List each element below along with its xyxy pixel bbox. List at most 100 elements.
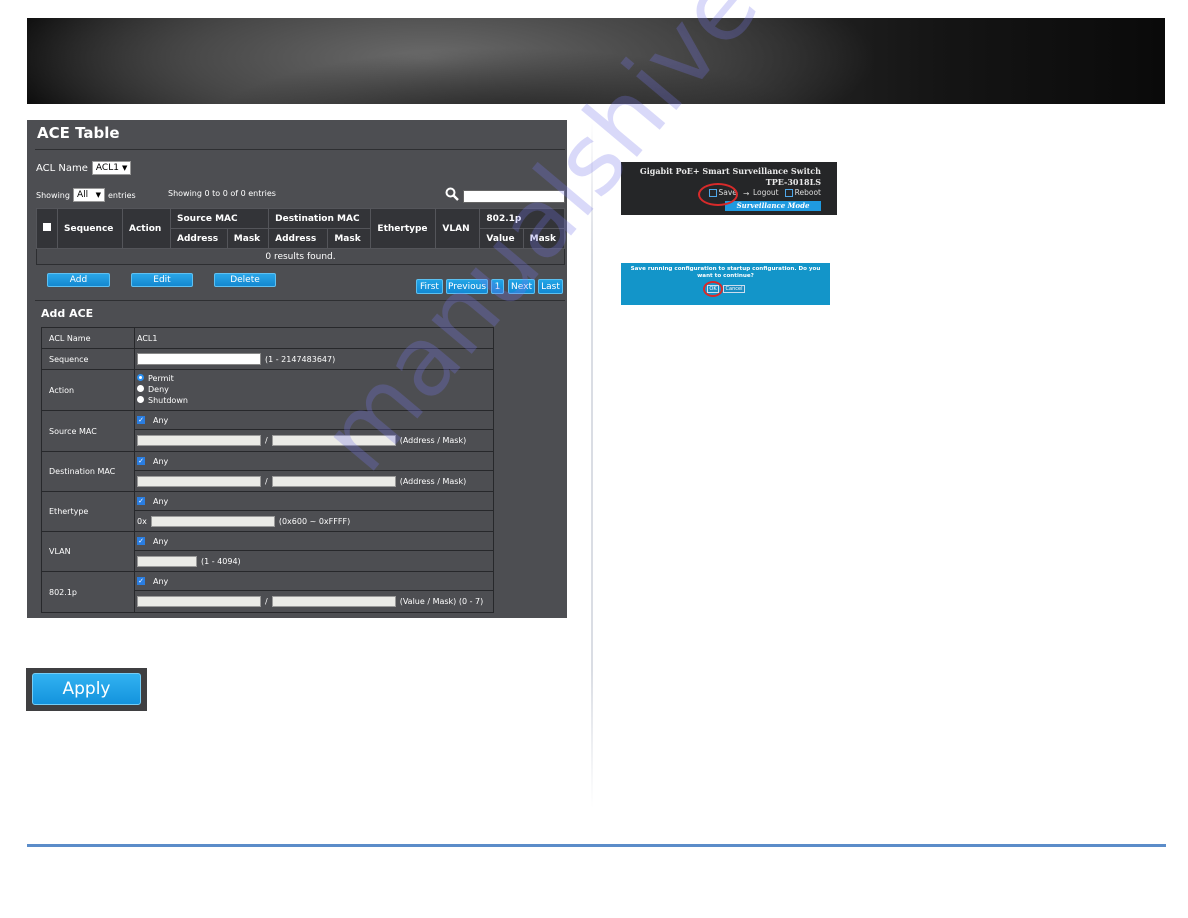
col-destination-address[interactable]: Address (268, 228, 329, 249)
8021p-label: 802.1p (42, 572, 135, 612)
acl-name-label: ACL Name (36, 162, 88, 174)
address-mask-hint: (Address / Mask) (399, 476, 467, 486)
acl-name-field-value: ACL1 (135, 328, 493, 348)
shutdown-label: Shutdown (148, 396, 188, 405)
empty-message: 0 results found. (36, 248, 565, 265)
save-dialog-message: Save running configuration to startup co… (630, 266, 821, 279)
column-divider (591, 118, 593, 808)
pagination-next[interactable]: Next (508, 279, 535, 294)
surveillance-mode-button[interactable]: Surveillance Mode (725, 201, 821, 211)
device-title: Gigabit PoE+ Smart Surveillance Switch (639, 166, 821, 176)
separator: / (265, 596, 268, 606)
ethertype-any-checkbox[interactable]: ✓ (137, 497, 145, 505)
source-mac-row: Source MAC ✓ Any / (Address / Mask) (42, 411, 493, 452)
radio-shutdown[interactable] (137, 396, 144, 403)
device-model: TPE-3018LS (765, 177, 821, 187)
pagination-last[interactable]: Last (538, 279, 563, 294)
save-highlight-circle (698, 183, 738, 206)
footer-rule (27, 844, 1166, 847)
add-ace-form: ACL Name ACL1 Sequence (1 - 2147483647) … (41, 327, 494, 613)
vlan-hint: (1 - 4094) (201, 556, 241, 566)
destination-mac-any-checkbox[interactable]: ✓ (137, 457, 145, 465)
col-8021p-value[interactable]: Value (479, 228, 524, 249)
vlan-any-checkbox[interactable]: ✓ (137, 537, 145, 545)
vlan-input[interactable] (137, 555, 197, 567)
8021p-value-input[interactable] (137, 595, 261, 607)
col-source-mask[interactable]: Mask (226, 228, 270, 249)
destination-mac-mask-input[interactable] (271, 475, 396, 487)
col-destination-mask[interactable]: Mask (327, 228, 372, 249)
radio-deny[interactable] (137, 385, 144, 392)
delete-button[interactable]: Delete (214, 273, 276, 287)
select-all-checkbox[interactable] (43, 223, 51, 231)
action-option-shutdown[interactable]: Shutdown (137, 395, 493, 406)
acl-name-field-label: ACL Name (42, 328, 135, 348)
reboot-link[interactable]: Reboot (784, 188, 821, 197)
col-source-mac: Source MAC (169, 208, 270, 229)
ethertype-input[interactable] (150, 515, 275, 527)
cancel-button[interactable]: Cancel (723, 285, 745, 293)
add-button[interactable]: Add (47, 273, 110, 287)
radio-permit[interactable] (137, 374, 144, 381)
ethertype-hint: (0x600 ~ 0xFFFF) (278, 516, 351, 526)
ethertype-prefix: 0x (137, 516, 147, 526)
entries-selected: All (76, 190, 89, 200)
ethertype-label: Ethertype (42, 492, 135, 531)
col-destination-mac: Destination MAC (268, 208, 372, 229)
8021p-row: 802.1p ✓ Any / (Value / Mask) (0 - 7) (42, 572, 493, 612)
title-divider (35, 149, 565, 150)
destination-mac-row: Destination MAC ✓ Any / (Address / Mask) (42, 452, 493, 492)
sequence-hint: (1 - 2147483647) (265, 354, 336, 364)
entries-select[interactable]: All ▼ (72, 188, 105, 202)
destination-mac-label: Destination MAC (42, 452, 135, 491)
col-8021p-mask[interactable]: Mask (522, 228, 566, 249)
separator: / (265, 436, 268, 445)
showing-label: Showing (36, 190, 70, 200)
ace-table-panel: ACE Table ACL Name ACL1 ▼ Showing All ▼ … (27, 120, 567, 618)
device-header-screenshot: Gigabit PoE+ Smart Surveillance Switch T… (621, 162, 837, 215)
logout-link[interactable]: → Logout (742, 188, 779, 198)
sequence-field: (1 - 2147483647) (135, 349, 493, 369)
source-mac-address-input[interactable] (137, 435, 261, 446)
source-mac-field: ✓ Any / (Address / Mask) (135, 411, 493, 451)
page-title: ACE Table (37, 124, 120, 142)
search-input[interactable] (463, 190, 565, 203)
pagination-previous[interactable]: Previous (446, 279, 488, 294)
apply-button-screenshot: Apply (26, 668, 147, 711)
edit-button[interactable]: Edit (131, 273, 193, 287)
action-radio-group: Permit Deny Shutdown (135, 370, 493, 410)
any-label: Any (153, 536, 169, 546)
save-dialog-screenshot: Save running configuration to startup co… (621, 263, 830, 305)
apply-button[interactable]: Apply (32, 673, 141, 705)
document-header-banner (27, 18, 1165, 104)
pagination-page-1[interactable]: 1 (491, 279, 504, 294)
sequence-input[interactable] (137, 353, 261, 365)
col-source-address[interactable]: Address (170, 228, 228, 249)
add-ace-title: Add ACE (41, 307, 94, 320)
permit-label: Permit (148, 374, 174, 383)
col-action[interactable]: Action (122, 208, 171, 249)
action-option-deny[interactable]: Deny (137, 384, 493, 395)
source-mac-mask-input[interactable] (271, 435, 396, 446)
destination-mac-field: ✓ Any / (Address / Mask) (135, 452, 493, 491)
8021p-mask-input[interactable] (271, 595, 396, 607)
col-vlan[interactable]: VLAN (435, 208, 481, 249)
logout-icon: → (742, 189, 750, 198)
separator: / (265, 476, 268, 486)
action-option-permit[interactable]: Permit (137, 373, 493, 384)
acl-name-select[interactable]: ACL1 ▼ (91, 161, 132, 175)
source-mac-any-checkbox[interactable]: ✓ (137, 416, 145, 424)
select-all-header (36, 208, 58, 249)
col-ethertype[interactable]: Ethertype (370, 208, 437, 249)
col-sequence[interactable]: Sequence (57, 208, 123, 249)
8021p-any-checkbox[interactable]: ✓ (137, 577, 145, 585)
ace-table: Sequence Action Source MAC Destination M… (36, 208, 566, 265)
any-label: Any (153, 456, 169, 466)
pagination-first[interactable]: First (416, 279, 443, 294)
vlan-label: VLAN (42, 532, 135, 571)
destination-mac-address-input[interactable] (137, 475, 261, 487)
action-label: Action (42, 370, 135, 410)
acl-name-field-row: ACL Name ACL1 (42, 328, 493, 349)
section-divider (35, 300, 565, 301)
any-label: Any (153, 576, 169, 586)
